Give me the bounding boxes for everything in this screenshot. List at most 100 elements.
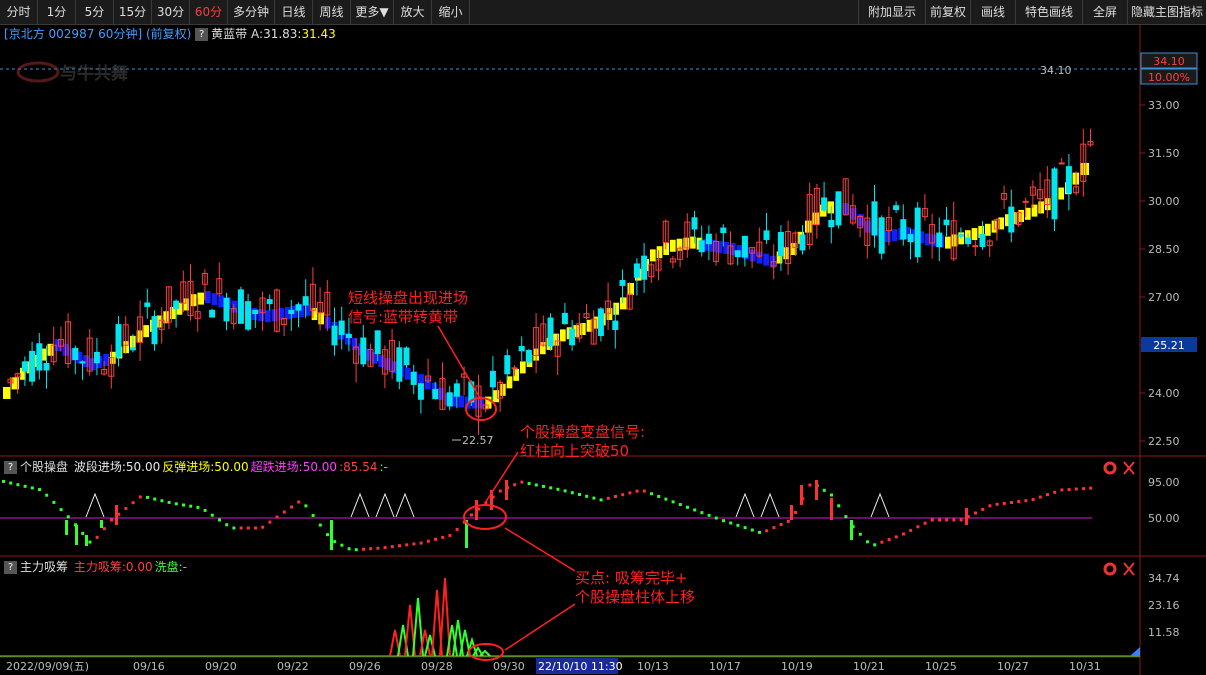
osc-dot: [81, 531, 85, 535]
marker-price-tag: 25.21: [1141, 337, 1197, 352]
osc-dot: [938, 518, 941, 522]
osc-dot: [923, 521, 927, 525]
candle-body: [561, 312, 568, 325]
osc-bar: [85, 535, 88, 546]
candle-body: [115, 324, 122, 358]
osc-dot: [347, 547, 351, 551]
band-segment: [827, 201, 834, 214]
band-segment: [458, 395, 464, 408]
osc-dot: [981, 507, 985, 511]
candle-body: [914, 207, 921, 258]
candle-body: [965, 237, 972, 245]
osc-bar: [965, 508, 968, 525]
candle-body: [396, 347, 403, 382]
date-axis-label: 10/27: [997, 660, 1029, 673]
band-segment: [620, 297, 627, 310]
osc-dot: [153, 497, 157, 501]
osc-dot: [268, 520, 272, 524]
osc-dot: [1060, 488, 1064, 492]
settings-icon[interactable]: [1103, 562, 1117, 576]
kline-chart[interactable]: 与牛共舞 33.0031.5030.0028.5027.0025.5024.00…: [0, 0, 1206, 675]
osc-dot: [426, 539, 430, 543]
candle-body: [237, 289, 244, 324]
osc-dot: [952, 518, 956, 522]
osc-dot: [743, 526, 747, 530]
settings-icon[interactable]: [1103, 461, 1117, 475]
candle-body: [43, 362, 50, 371]
osc-dot: [66, 515, 70, 519]
osc-dot: [786, 519, 790, 523]
date-axis-label: 09/20: [205, 660, 237, 673]
osc-dot: [1010, 501, 1013, 504]
svg-text:34.10: 34.10: [1153, 55, 1185, 68]
osc-dot: [642, 489, 646, 493]
osc-dot: [988, 504, 992, 508]
osc-dot: [110, 518, 113, 522]
osc-dot: [873, 543, 877, 547]
band-segment: [378, 355, 384, 367]
candle-body: [763, 230, 770, 240]
high-price-label: 34.10: [1040, 64, 1072, 77]
osc-dot: [585, 494, 589, 498]
candle-body: [21, 361, 28, 372]
osc-bar: [475, 500, 478, 520]
osc-triangle: [870, 492, 890, 518]
candle-body: [374, 330, 381, 355]
close-icon[interactable]: [1123, 461, 1135, 475]
osc-dot: [138, 495, 142, 499]
candle-body: [698, 240, 705, 253]
candle-body: [1051, 168, 1058, 220]
candle-body: [252, 309, 259, 314]
band-segment: [812, 212, 819, 225]
osc-dot: [398, 544, 401, 548]
candle-body: [633, 263, 640, 278]
candle-body: [360, 337, 367, 365]
band-segment: [606, 308, 613, 321]
osc-dot: [570, 491, 574, 495]
candle-body: [943, 219, 950, 226]
corner-resize-icon[interactable]: [1130, 647, 1140, 656]
osc-dot: [131, 501, 135, 505]
candle-body: [1058, 162, 1065, 165]
candle-body: [979, 233, 986, 248]
osc-bar: [65, 520, 68, 535]
candle-body: [936, 232, 943, 248]
osc-dot: [722, 519, 725, 523]
candle-body: [223, 297, 230, 322]
osc-dot: [218, 518, 221, 522]
date-axis-label: 09/16: [133, 660, 165, 673]
osc-dot: [520, 480, 524, 484]
candle-body: [720, 227, 727, 234]
svg-text:红柱向上突破50: 红柱向上突破50: [520, 442, 629, 460]
candle-body: [345, 333, 352, 338]
osc-dot: [657, 494, 661, 498]
osc-bar: [850, 520, 853, 540]
osc-triangle: [375, 492, 395, 518]
osc-dot: [1038, 495, 1042, 499]
candle-body: [417, 383, 424, 400]
osc-dot: [614, 495, 617, 498]
low-price-label: 22.57: [462, 434, 494, 447]
osc-dot: [239, 526, 243, 530]
osc-dot: [945, 518, 949, 522]
osc-dot: [362, 547, 365, 551]
osc-dot: [606, 496, 610, 500]
osc-dot: [930, 518, 934, 522]
osc-dot: [844, 515, 848, 519]
candle-body: [957, 234, 964, 237]
osc-dot: [635, 489, 639, 493]
osc-dot: [758, 530, 761, 534]
band-segment: [205, 291, 211, 303]
svg-text:25.21: 25.21: [1153, 339, 1185, 352]
osc-dot: [282, 510, 286, 514]
close-icon[interactable]: [1123, 562, 1135, 576]
candle-body: [29, 350, 36, 382]
osc-dot: [174, 502, 178, 506]
osc-dot: [714, 516, 718, 520]
svg-text:与牛共舞: 与牛共舞: [60, 63, 128, 84]
date-axis-label: 10/25: [925, 660, 957, 673]
osc-triangle: [395, 492, 415, 518]
candle-body: [835, 191, 842, 226]
band-segment: [218, 295, 224, 308]
date-axis-label: 2022/09/09(五): [6, 660, 89, 673]
